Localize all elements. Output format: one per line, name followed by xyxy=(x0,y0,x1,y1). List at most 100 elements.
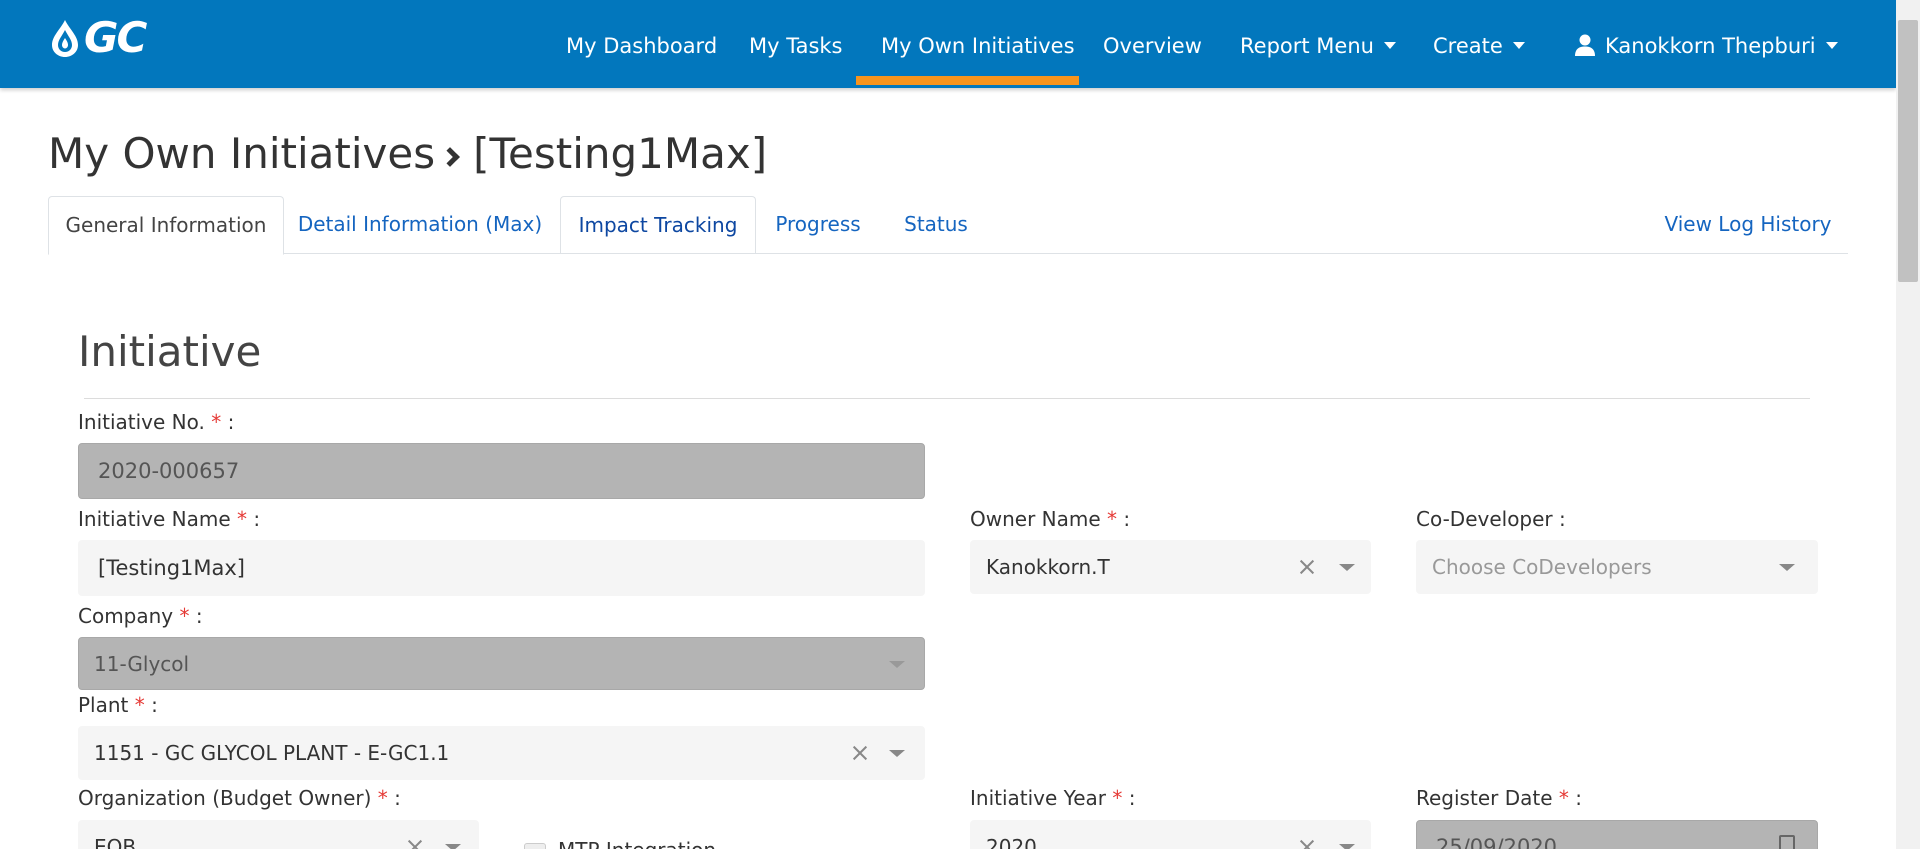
field-value: EOB xyxy=(94,835,137,849)
label-text: Initiative Name xyxy=(78,507,231,531)
page-title: My Own Initiatives [Testing1Max] xyxy=(48,124,767,184)
tab-label: General Information xyxy=(65,213,267,237)
clear-icon[interactable] xyxy=(1299,839,1315,849)
nav-label: My Dashboard xyxy=(566,34,718,58)
field-value: 2020 xyxy=(986,835,1037,849)
chevron-down-icon[interactable] xyxy=(445,844,461,849)
required-marker: * xyxy=(1558,786,1569,810)
nav-label: Overview xyxy=(1103,34,1202,58)
tab-general-information[interactable]: General Information xyxy=(48,196,284,255)
company-label: Company * : xyxy=(78,604,203,628)
chevron-down-icon[interactable] xyxy=(1779,564,1795,571)
section-title: Initiative xyxy=(78,327,262,376)
user-name: Kanokkorn Thepburi xyxy=(1605,34,1816,58)
owner-name-label: Owner Name * : xyxy=(970,507,1131,531)
page: GC My Dashboard My Tasks My Own Initiati… xyxy=(0,0,1920,849)
logo-text: GC xyxy=(84,13,147,62)
co-developer-select[interactable]: Choose CoDevelopers xyxy=(1416,540,1818,594)
mtp-integration-checkbox[interactable] xyxy=(524,843,546,849)
link-label: View Log History xyxy=(1664,212,1832,236)
initiative-year-select[interactable]: 2020 xyxy=(970,820,1371,849)
nav-label: My Own Initiatives xyxy=(881,34,1075,58)
nav-overview[interactable]: Overview xyxy=(1103,30,1202,62)
field-value: [Testing1Max] xyxy=(98,556,245,580)
initiative-no-label: Initiative No. * : xyxy=(78,410,235,434)
required-marker: * xyxy=(134,693,145,717)
required-marker: * xyxy=(1107,507,1118,531)
label-text: Organization (Budget Owner) xyxy=(78,786,372,810)
nav-my-dashboard[interactable]: My Dashboard xyxy=(566,30,717,62)
clear-icon[interactable] xyxy=(407,839,423,849)
view-log-history-link[interactable]: View Log History xyxy=(1648,196,1848,254)
field-value: 2020-000657 xyxy=(98,459,240,483)
label-text: Owner Name xyxy=(970,507,1101,531)
gc-logo[interactable]: GC xyxy=(48,13,147,62)
chevron-right-icon xyxy=(440,147,460,167)
field-value: 25/09/2020 xyxy=(1436,835,1558,849)
tab-label: Detail Information (Max) xyxy=(297,212,543,236)
required-marker: * xyxy=(237,507,248,531)
caret-down-icon xyxy=(1383,41,1396,49)
label-text: Company xyxy=(78,604,174,628)
label-text: Initiative No. xyxy=(78,410,205,434)
user-icon xyxy=(1575,34,1595,56)
nav-my-tasks[interactable]: My Tasks xyxy=(749,30,843,62)
plant-label: Plant * : xyxy=(78,693,158,717)
company-select: 11-Glycol xyxy=(78,637,925,690)
active-nav-indicator xyxy=(856,76,1079,85)
field-value: 11-Glycol xyxy=(94,651,190,676)
nav-label: Report Menu xyxy=(1240,34,1374,58)
tab-impact-tracking[interactable]: Impact Tracking xyxy=(560,196,756,254)
initiative-year-label: Initiative Year * : xyxy=(970,786,1136,810)
tab-label: Impact Tracking xyxy=(578,213,738,237)
chevron-down-icon[interactable] xyxy=(1339,564,1355,571)
drop-logo-icon xyxy=(52,20,78,57)
breadcrumb-parent: My Own Initiatives xyxy=(48,129,436,178)
register-date-label: Register Date * : xyxy=(1416,786,1582,810)
chevron-down-icon xyxy=(889,660,905,668)
plant-select[interactable]: 1151 - GC GLYCOL PLANT - E-GC1.1 xyxy=(78,726,925,780)
scrollbar-thumb[interactable] xyxy=(1898,20,1918,282)
label-text: Initiative Year xyxy=(970,786,1107,810)
tab-label: Progress xyxy=(775,212,861,236)
required-marker: * xyxy=(211,410,222,434)
nav-label: Create xyxy=(1433,34,1503,58)
tab-bar: General Information Detail Information (… xyxy=(48,196,1848,255)
label-text: Register Date xyxy=(1416,786,1553,810)
initiative-no-field: 2020-000657 xyxy=(78,443,925,499)
register-date-field: 25/09/2020 xyxy=(1416,820,1818,849)
tab-progress[interactable]: Progress xyxy=(756,196,880,254)
nav-user-menu[interactable]: Kanokkorn Thepburi xyxy=(1575,30,1838,62)
chevron-down-icon[interactable] xyxy=(889,750,905,757)
tab-label: Status xyxy=(904,212,968,236)
organization-select[interactable]: EOB xyxy=(78,820,479,849)
clear-icon[interactable] xyxy=(1299,559,1315,575)
field-value: Kanokkorn.T xyxy=(986,555,1110,579)
field-placeholder: Choose CoDevelopers xyxy=(1432,555,1652,579)
nav-report-menu[interactable]: Report Menu xyxy=(1240,30,1396,62)
caret-down-icon xyxy=(1825,41,1838,49)
calendar-icon[interactable] xyxy=(1779,835,1795,849)
field-value: 1151 - GC GLYCOL PLANT - E-GC1.1 xyxy=(94,741,450,765)
nav-my-own-initiatives[interactable]: My Own Initiatives xyxy=(881,30,1075,62)
owner-name-select[interactable]: Kanokkorn.T xyxy=(970,540,1371,594)
tab-status[interactable]: Status xyxy=(880,196,992,254)
label-text: Plant xyxy=(78,693,129,717)
initiative-name-input[interactable]: [Testing1Max] xyxy=(78,540,925,596)
required-marker: * xyxy=(179,604,190,628)
mtp-integration-label: MTP Integration xyxy=(558,836,716,849)
caret-down-icon xyxy=(1512,41,1525,49)
co-developer-label: Co-Developer : xyxy=(1416,507,1566,531)
tab-detail-information[interactable]: Detail Information (Max) xyxy=(284,196,556,254)
nav-label: My Tasks xyxy=(749,34,843,58)
nav-create[interactable]: Create xyxy=(1433,30,1525,62)
section-divider xyxy=(84,398,1810,399)
initiative-name-label: Initiative Name * : xyxy=(78,507,261,531)
chevron-down-icon[interactable] xyxy=(1339,844,1355,849)
organization-label: Organization (Budget Owner) * : xyxy=(78,786,401,810)
required-marker: * xyxy=(377,786,388,810)
top-navbar: GC My Dashboard My Tasks My Own Initiati… xyxy=(0,0,1896,88)
required-marker: * xyxy=(1112,786,1123,810)
clear-icon[interactable] xyxy=(852,745,868,761)
breadcrumb-current: [Testing1Max] xyxy=(473,129,768,178)
